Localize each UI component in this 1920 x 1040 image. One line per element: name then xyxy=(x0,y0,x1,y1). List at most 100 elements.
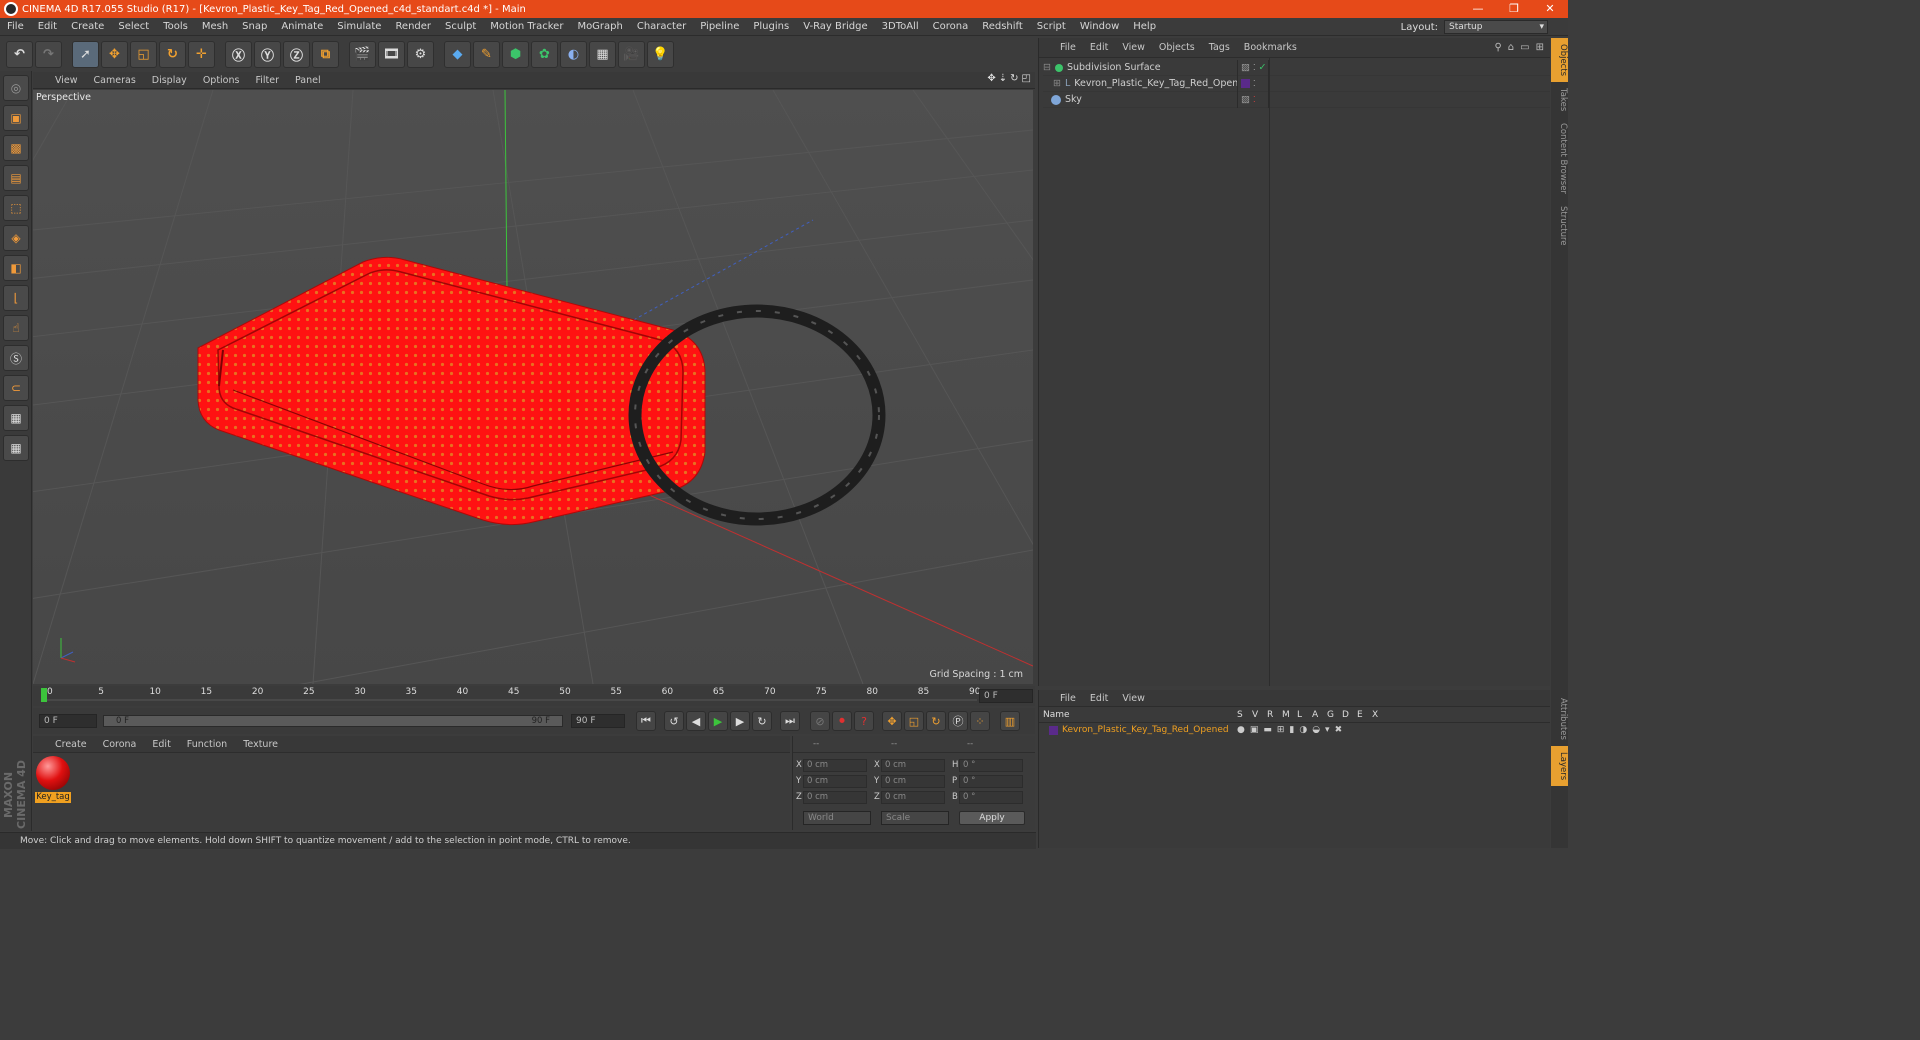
menu-motion-tracker[interactable]: Motion Tracker xyxy=(483,21,570,32)
next-frame-icon[interactable]: ▶ xyxy=(730,711,750,731)
panel-menu-icon[interactable]: ⊞ xyxy=(1536,42,1544,53)
menu-character[interactable]: Character xyxy=(630,21,693,32)
autokey-icon[interactable]: ? xyxy=(854,711,874,731)
render-settings-icon[interactable]: ⚙ xyxy=(407,40,434,68)
menu-pipeline[interactable]: Pipeline xyxy=(693,21,746,32)
viewport-menu-filter[interactable]: Filter xyxy=(247,75,287,86)
layer-row[interactable]: Kevron_Plastic_Key_Tag_Red_Opened ●▣▬⊞▮◑… xyxy=(1039,723,1550,737)
menu-window[interactable]: Window xyxy=(1073,21,1126,32)
undo-icon[interactable]: ↶ xyxy=(6,40,33,68)
search-icon[interactable]: ⚲ xyxy=(1494,42,1501,53)
mograph-cloner-icon[interactable]: ✿ xyxy=(531,40,558,68)
menu-tools[interactable]: Tools xyxy=(156,21,195,32)
tab-structure[interactable]: Structure xyxy=(1551,200,1568,252)
viewport-menu-view[interactable]: View xyxy=(47,75,86,86)
close-button[interactable]: ✕ xyxy=(1532,0,1568,18)
apply-button[interactable]: Apply xyxy=(959,811,1025,825)
rot-b-field[interactable]: 0 ° xyxy=(959,790,1023,804)
viewport-menu-panel[interactable]: Panel xyxy=(287,75,329,86)
size-x-field[interactable]: 0 cm xyxy=(881,758,945,772)
rotate-tool-icon[interactable]: ↻ xyxy=(159,40,186,68)
menu-redshift[interactable]: Redshift xyxy=(975,21,1030,32)
size-z-field[interactable]: 0 cm xyxy=(881,790,945,804)
tab-attributes[interactable]: Attributes xyxy=(1551,692,1568,746)
rot-h-field[interactable]: 0 ° xyxy=(959,758,1023,772)
pen-spline-icon[interactable]: ✎ xyxy=(473,40,500,68)
viewport-dolly-icon[interactable]: ⇣ xyxy=(999,73,1007,84)
layer-icon[interactable]: ▨ xyxy=(1241,62,1250,73)
object-row[interactable]: ⊞ L Kevron_Plastic_Key_Tag_Red_Opened ⁚ xyxy=(1043,75,1550,92)
menu-plugins[interactable]: Plugins xyxy=(746,21,796,32)
tweak-mode-icon[interactable]: ☝ xyxy=(3,315,29,341)
menu-simulate[interactable]: Simulate xyxy=(330,21,388,32)
motion-record-icon[interactable]: ⊘ xyxy=(810,711,830,731)
viewport-maximize-icon[interactable]: ◰ xyxy=(1022,73,1031,84)
layer-color-icon[interactable] xyxy=(1049,725,1058,735)
objects-menu-tags[interactable]: Tags xyxy=(1202,42,1237,53)
objects-menu-bookmarks[interactable]: Bookmarks xyxy=(1237,42,1304,53)
timeline-window-icon[interactable]: ▥ xyxy=(1000,711,1020,731)
previous-frame-icon[interactable]: ◀ xyxy=(686,711,706,731)
menu-corona[interactable]: Corona xyxy=(926,21,976,32)
transform-tool-icon[interactable]: ✛ xyxy=(188,40,215,68)
menu-help[interactable]: Help xyxy=(1126,21,1163,32)
visibility-icon[interactable]: ⁚ xyxy=(1253,79,1256,88)
subdivision-icon[interactable]: ⬢ xyxy=(502,40,529,68)
tab-layers[interactable]: Layers xyxy=(1551,745,1568,787)
menu-mograph[interactable]: MoGraph xyxy=(570,21,629,32)
current-frame-field[interactable]: 0 F xyxy=(979,689,1033,703)
next-keyframe-icon[interactable]: ↻ xyxy=(752,711,772,731)
minimize-button[interactable]: — xyxy=(1460,0,1496,18)
viewport-rotate-icon[interactable]: ↻ xyxy=(1010,73,1018,84)
menu-render[interactable]: Render xyxy=(388,21,438,32)
tab-takes[interactable]: Takes xyxy=(1551,82,1568,117)
menu-file[interactable]: File xyxy=(0,21,31,32)
menu-vray-bridge[interactable]: V-Ray Bridge xyxy=(796,21,874,32)
viewport-menu-options[interactable]: Options xyxy=(195,75,248,86)
x-axis-lock-icon[interactable]: Ⓧ xyxy=(225,40,252,68)
end-frame-field[interactable]: 90 F xyxy=(571,714,625,728)
menu-select[interactable]: Select xyxy=(111,21,156,32)
scale-tool-icon[interactable]: ◱ xyxy=(130,40,157,68)
axis-mode-icon[interactable]: ⌊ xyxy=(3,285,29,311)
key-rotation-icon[interactable]: ↻ xyxy=(926,711,946,731)
camera-icon[interactable]: 🎥 xyxy=(618,40,645,68)
menu-sculpt[interactable]: Sculpt xyxy=(438,21,483,32)
layer-color-icon[interactable] xyxy=(1241,79,1250,88)
light-icon[interactable]: 💡 xyxy=(647,40,674,68)
layers-menu-edit[interactable]: Edit xyxy=(1083,693,1115,704)
pos-y-field[interactable]: 0 cm xyxy=(803,774,867,788)
objects-menu-edit[interactable]: Edit xyxy=(1083,42,1115,53)
snapping-icon[interactable]: ⊂ xyxy=(3,375,29,401)
solo-mode-icon[interactable]: Ⓢ xyxy=(3,345,29,371)
material-menu-create[interactable]: Create xyxy=(47,739,95,750)
objects-menu-file[interactable]: File xyxy=(1053,42,1083,53)
pos-x-field[interactable]: 0 cm xyxy=(803,758,867,772)
cube-primitive-icon[interactable]: ◆ xyxy=(444,40,471,68)
texture-mode-icon[interactable]: ▩ xyxy=(3,135,29,161)
go-to-end-icon[interactable]: ⏭ xyxy=(780,711,800,731)
visibility-icon[interactable]: ⁚ xyxy=(1253,95,1256,104)
key-pla-icon[interactable]: ⁘ xyxy=(970,711,990,731)
objects-menu-view[interactable]: View xyxy=(1115,42,1152,53)
grid-snap-icon[interactable]: ▦ xyxy=(3,435,29,461)
model-mode-icon[interactable]: ▣ xyxy=(3,105,29,131)
menu-create[interactable]: Create xyxy=(64,21,111,32)
workplane-icon[interactable]: ▤ xyxy=(3,165,29,191)
layout-select[interactable]: Startup xyxy=(1444,20,1548,34)
menu-3dtoall[interactable]: 3DToAll xyxy=(875,21,926,32)
coord-space-select[interactable]: World xyxy=(803,811,871,825)
menu-edit[interactable]: Edit xyxy=(31,21,64,32)
z-axis-lock-icon[interactable]: Ⓩ xyxy=(283,40,310,68)
go-to-start-icon[interactable]: ⏮ xyxy=(636,711,656,731)
key-scale-icon[interactable]: ◱ xyxy=(904,711,924,731)
viewport-menu-cameras[interactable]: Cameras xyxy=(86,75,144,86)
frame-range-slider[interactable]: 0 F 90 F xyxy=(103,715,563,727)
menu-animate[interactable]: Animate xyxy=(274,21,330,32)
viewport-menu-display[interactable]: Display xyxy=(144,75,195,86)
menu-snap[interactable]: Snap xyxy=(235,21,274,32)
layers-menu-file[interactable]: File xyxy=(1053,693,1083,704)
coord-mode-select[interactable]: Scale xyxy=(881,811,949,825)
rot-p-field[interactable]: 0 ° xyxy=(959,774,1023,788)
layer-flag-icons[interactable]: ●▣▬⊞▮◑◒▾✖ xyxy=(1237,725,1347,735)
